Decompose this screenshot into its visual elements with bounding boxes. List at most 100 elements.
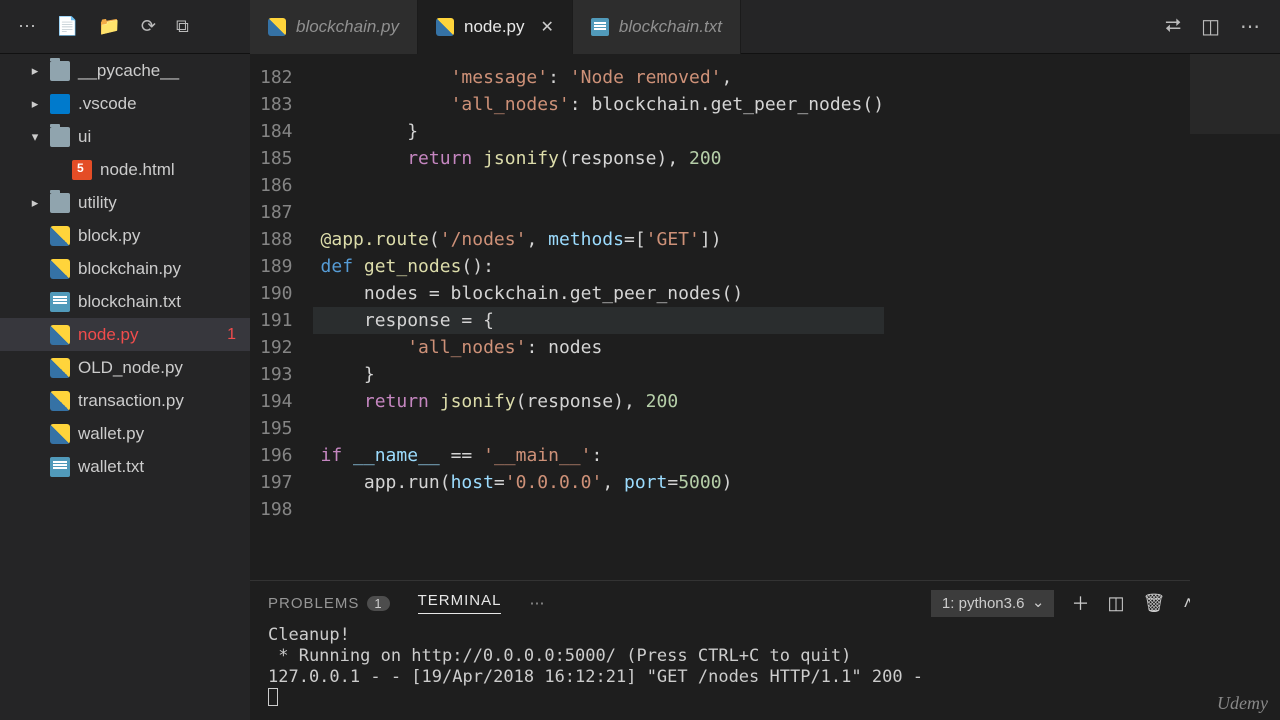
py-icon <box>50 424 70 444</box>
panel-more-icon[interactable]: ⋯ <box>529 594 545 612</box>
folder-icon <box>50 61 70 81</box>
collapse-icon[interactable]: ⧉ <box>176 16 189 37</box>
chevron-icon: ▸ <box>28 63 42 79</box>
code-line-186[interactable] <box>313 172 885 199</box>
code-line-185[interactable]: return jsonify(response), 200 <box>313 145 885 172</box>
split-icon[interactable]: ◫ <box>1201 14 1220 39</box>
tree-label: wallet.py <box>78 424 144 444</box>
editor-tabs: blockchain.py node.py ✕ blockchain.txt <box>250 0 1145 54</box>
tab-terminal-label: TERMINAL <box>418 592 502 609</box>
tree-label: utility <box>78 193 117 213</box>
split-terminal-icon[interactable]: ◫ <box>1108 593 1125 614</box>
tree-label: __pycache__ <box>78 61 179 81</box>
py-icon <box>50 325 70 345</box>
py-icon <box>50 391 70 411</box>
terminal-selector[interactable]: 1: python3.6 <box>931 590 1054 617</box>
tree-item-transaction-py[interactable]: transaction.py <box>0 384 250 417</box>
code-line-193[interactable]: } <box>313 361 885 388</box>
minimap-viewport[interactable] <box>1190 54 1280 134</box>
diff-icon[interactable]: ⮂ <box>1165 15 1181 38</box>
tree-item-blockchain-py[interactable]: blockchain.py <box>0 252 250 285</box>
code-line-196[interactable]: if __name__ == '__main__': <box>313 442 885 469</box>
code-line-191[interactable]: response = { <box>313 307 885 334</box>
close-tab-icon[interactable]: ✕ <box>541 17 554 37</box>
tree-item-blockchain-txt[interactable]: blockchain.txt <box>0 285 250 318</box>
tree-label: blockchain.txt <box>78 292 181 312</box>
tree-item--vscode[interactable]: ▸.vscode <box>0 87 250 120</box>
tab-node-py[interactable]: node.py ✕ <box>418 0 573 54</box>
tree-label: OLD_node.py <box>78 358 183 378</box>
code-line-192[interactable]: 'all_nodes': nodes <box>313 334 885 361</box>
txt-icon <box>50 457 70 477</box>
tree-item-__pycache__[interactable]: ▸ __pycache__ <box>0 54 250 87</box>
code-line-189[interactable]: def get_nodes(): <box>313 253 885 280</box>
py-icon <box>50 226 70 246</box>
tree-label: node.html <box>100 160 175 180</box>
html-icon <box>72 160 92 180</box>
tree-label: node.py <box>78 325 139 345</box>
tab-label: blockchain.txt <box>619 17 722 37</box>
tree-item-wallet-py[interactable]: wallet.py <box>0 417 250 450</box>
txt-icon <box>50 292 70 312</box>
code-content[interactable]: 'message': 'Node removed', 'all_nodes': … <box>313 54 885 580</box>
py-icon <box>50 259 70 279</box>
tab-label: blockchain.py <box>296 17 399 37</box>
chevron-icon: ▸ <box>28 96 42 112</box>
code-line-194[interactable]: return jsonify(response), 200 <box>313 388 885 415</box>
tree-label: ui <box>78 127 91 147</box>
tab-blockchain-py[interactable]: blockchain.py <box>250 0 418 54</box>
tree-item-node-py[interactable]: node.py1 <box>0 318 250 351</box>
py-icon <box>436 18 454 36</box>
py-icon <box>50 358 70 378</box>
tree-item-OLD_node-py[interactable]: OLD_node.py <box>0 351 250 384</box>
terminal-output[interactable]: Cleanup! * Running on http://0.0.0.0:500… <box>250 625 1280 712</box>
txt-icon <box>591 18 609 36</box>
explorer-sidebar: ▸ __pycache__ ▸.vscode ▾ ui node.html ▸ utility… <box>0 54 250 720</box>
chevron-icon: ▸ <box>28 195 42 211</box>
vscode-icon <box>50 94 70 114</box>
title-right-actions: ⮂ ◫ ⋯ <box>1145 14 1280 39</box>
code-line-195[interactable] <box>313 415 885 442</box>
tree-item-wallet-txt[interactable]: wallet.txt <box>0 450 250 483</box>
new-file-icon[interactable]: 📄 <box>56 16 78 37</box>
tab-problems[interactable]: PROBLEMS 1 <box>268 595 390 612</box>
tab-label: node.py <box>464 17 525 37</box>
tree-label: blockchain.py <box>78 259 181 279</box>
title-bar: ⋯ 📄 📁 ⟳ ⧉ blockchain.pynode.py✕blockchai… <box>0 0 1280 54</box>
code-line-184[interactable]: } <box>313 118 885 145</box>
code-line-187[interactable] <box>313 199 885 226</box>
tree-item-utility[interactable]: ▸ utility <box>0 186 250 219</box>
py-icon <box>268 18 286 36</box>
tree-label: transaction.py <box>78 391 184 411</box>
minimap[interactable] <box>1190 54 1280 580</box>
tree-item-ui[interactable]: ▾ ui <box>0 120 250 153</box>
new-folder-icon[interactable]: 📁 <box>98 16 120 37</box>
tree-item-block-py[interactable]: block.py <box>0 219 250 252</box>
explorer-toolbar: ⋯ 📄 📁 ⟳ ⧉ <box>0 16 250 37</box>
more-icon[interactable]: ⋯ <box>18 16 36 37</box>
code-line-182[interactable]: 'message': 'Node removed', <box>313 64 885 91</box>
watermark: Udemy <box>1217 693 1268 714</box>
code-line-197[interactable]: app.run(host='0.0.0.0', port=5000) <box>313 469 885 496</box>
more-actions-icon[interactable]: ⋯ <box>1240 14 1260 39</box>
code-line-190[interactable]: nodes = blockchain.get_peer_nodes() <box>313 280 885 307</box>
panel-tabs: PROBLEMS 1 TERMINAL ⋯ 1: python3.6 ＋ ◫ 🗑… <box>250 581 1280 625</box>
chevron-icon: ▾ <box>28 129 42 145</box>
tab-blockchain-txt[interactable]: blockchain.txt <box>573 0 741 54</box>
problems-count: 1 <box>367 596 389 611</box>
terminal-cursor <box>268 688 278 706</box>
kill-terminal-icon[interactable]: 🗑 <box>1143 593 1166 614</box>
tab-terminal[interactable]: TERMINAL <box>418 592 502 614</box>
tab-problems-label: PROBLEMS <box>268 595 359 612</box>
code-area[interactable]: 1821831841851861871881891901911921931941… <box>250 54 1280 580</box>
folder-icon <box>50 127 70 147</box>
bottom-panel: PROBLEMS 1 TERMINAL ⋯ 1: python3.6 ＋ ◫ 🗑… <box>250 580 1280 720</box>
tree-label: block.py <box>78 226 140 246</box>
code-line-188[interactable]: @app.route('/nodes', methods=['GET']) <box>313 226 885 253</box>
refresh-icon[interactable]: ⟳ <box>141 16 156 37</box>
tree-item-node-html[interactable]: node.html <box>0 153 250 186</box>
code-line-183[interactable]: 'all_nodes': blockchain.get_peer_nodes() <box>313 91 885 118</box>
folder-icon <box>50 193 70 213</box>
new-terminal-icon[interactable]: ＋ <box>1072 590 1090 616</box>
code-line-198[interactable] <box>313 496 885 523</box>
